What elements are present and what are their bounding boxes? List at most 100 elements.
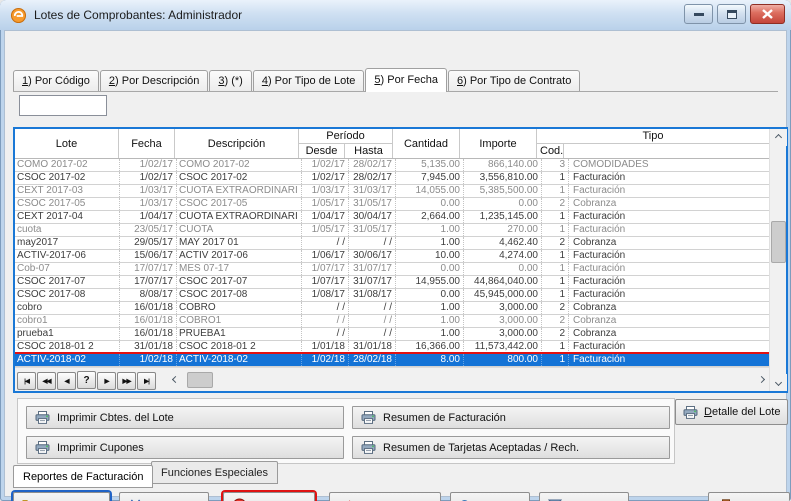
cell-cod: 2 <box>542 315 569 327</box>
grid-row[interactable]: COMO 2017-021/02/17COMO 2017-021/02/1728… <box>15 159 769 172</box>
first-record-button[interactable]: |◀ <box>17 372 36 390</box>
restore-button[interactable] <box>717 4 746 24</box>
cell-hasta: 28/02/18 <box>349 354 396 366</box>
grid-row[interactable]: prueba116/01/18PRUEBA1/ // /1.003,000.00… <box>15 328 769 341</box>
imprimir-cbtes-del-lote-button[interactable]: Imprimir Cbtes. del Lote <box>26 406 344 429</box>
cell-tipo: Facturación <box>569 354 769 366</box>
hscroll-track[interactable] <box>183 371 753 389</box>
close-button[interactable] <box>750 4 785 24</box>
cell-desde: 1/02/17 <box>302 172 349 184</box>
cell-desde: 1/01/18 <box>302 341 349 353</box>
tab-reportes-de-facturación[interactable]: Reportes de Facturación <box>13 465 153 488</box>
titlebar[interactable]: Lotes de Comprobantes: Administrador <box>0 0 791 30</box>
minimize-button[interactable] <box>684 4 713 24</box>
fast-prev-record-button[interactable]: ◀◀ <box>37 372 56 390</box>
tab-6-por-tipo-de-contrato[interactable]: 6) Por Tipo de Contrato <box>448 70 580 91</box>
cell-lote: cobro <box>15 302 120 314</box>
cell-cod: 1 <box>542 354 569 366</box>
grid-row[interactable]: cobro16/01/18COBRO/ // /1.003,000.002Cob… <box>15 302 769 315</box>
salir-button[interactable]: Salir <box>708 492 790 501</box>
col-header-desde[interactable]: Desde <box>299 144 345 158</box>
grid-row[interactable]: CSOC 2017-0717/07/17CSOC 2017-071/07/173… <box>15 276 769 289</box>
resumen-de-facturación-button[interactable]: Resumen de Facturación <box>352 406 670 429</box>
grid-row[interactable]: may201729/05/17MAY 2017 01/ // /1.004,46… <box>15 237 769 250</box>
col-header-cod[interactable]: Cod. <box>537 144 564 158</box>
borrar-button[interactable]: Borrar <box>119 492 209 501</box>
anular-button[interactable]: Anular <box>223 492 315 501</box>
restore-icon <box>727 10 737 19</box>
col-header-importe[interactable]: Importe <box>460 129 537 158</box>
tab-2-por-descripción[interactable]: 2) Por Descripción <box>100 70 208 91</box>
tab-4-por-tipo-de-lote[interactable]: 4) Por Tipo de Lote <box>253 70 365 91</box>
vscroll-thumb[interactable] <box>771 221 786 263</box>
col-header-hasta[interactable]: Hasta <box>345 144 392 158</box>
detalle-del-lote-button[interactable]: Detalle del Lote <box>675 399 788 425</box>
vscroll-up-button[interactable] <box>770 129 787 146</box>
cell-desde: / / <box>302 237 349 249</box>
tab-funciones-especiales[interactable]: Funciones Especiales <box>151 461 278 484</box>
grid-row[interactable]: cuota23/05/17CUOTA1/05/1731/05/171.00270… <box>15 224 769 237</box>
next-record-button[interactable]: ▶ <box>97 372 116 390</box>
grid-row[interactable]: CSOC 2017-088/08/17CSOC 2017-081/08/1731… <box>15 289 769 302</box>
chevron-down-icon <box>775 379 782 386</box>
vscroll-down-button[interactable] <box>770 374 787 391</box>
hscroll-thumb[interactable] <box>187 372 213 388</box>
grid-row[interactable]: CSOC 2017-021/02/17CSOC 2017-021/02/1728… <box>15 172 769 185</box>
imprimir-cupones-button[interactable]: Imprimir Cupones <box>26 436 344 459</box>
hscroll-right-button[interactable] <box>753 371 769 389</box>
resumen-de-tarjetas-aceptadas-rech-button[interactable]: Resumen de Tarjetas Aceptadas / Rech. <box>352 436 670 459</box>
cell-cod: 1 <box>542 341 569 353</box>
filtros-button[interactable]: Filtros <box>539 492 629 501</box>
button-label: Resumen de Tarjetas Aceptadas / Rech. <box>383 442 579 454</box>
cell-fecha: 29/05/17 <box>120 237 177 249</box>
tab-1-por-código[interactable]: 1) Por Código <box>13 70 99 91</box>
cell-cantidad: 1.00 <box>396 315 464 327</box>
help-record-button[interactable]: ? <box>77 371 96 389</box>
tab-3[interactable]: 3) (*) <box>209 70 251 91</box>
col-header-periodo[interactable]: Período Desde Hasta <box>299 129 393 158</box>
cell-importe: 0.00 <box>464 198 542 210</box>
selected-grid-row[interactable]: ACTIV-2018-021/02/18ACTIV-2018-021/02/18… <box>15 354 769 367</box>
cell-tipo: Cobranza <box>569 328 769 340</box>
col-header-lote[interactable]: Lote <box>15 129 119 158</box>
last-record-button[interactable]: ▶| <box>137 372 156 390</box>
grid-row[interactable]: cobro116/01/18COBRO1/ // /1.003,000.002C… <box>15 315 769 328</box>
cell-lote: CEXT 2017-03 <box>15 185 120 197</box>
grid-row[interactable]: ACTIV-2017-0615/06/17ACTIV 2017-061/06/1… <box>15 250 769 263</box>
col-header-tipo[interactable]: Tipo Cod. <box>537 129 769 158</box>
report-buttons-panel: Imprimir Cbtes. del Lote Resumen de Factu… <box>17 398 675 464</box>
cell-lote: may2017 <box>15 237 120 249</box>
cell-hasta: 28/02/17 <box>349 172 396 184</box>
search-input[interactable] <box>19 95 107 116</box>
cambiar-button[interactable]: Cambiar <box>13 492 110 501</box>
grid-row[interactable]: CSOC 2018-01 231/01/18CSOC 2018-01 21/01… <box>15 341 769 354</box>
hscroll-left-button[interactable] <box>167 371 183 389</box>
col-header-periodo-label: Período <box>299 129 392 144</box>
cell-hasta: / / <box>349 328 396 340</box>
ver-button[interactable]: Ver <box>450 492 530 501</box>
grid-row[interactable]: CSOC 2017-051/03/17CSOC 2017-051/05/1731… <box>15 198 769 211</box>
cell-fecha: 1/02/17 <box>120 172 177 184</box>
col-header-fecha[interactable]: Fecha <box>119 129 175 158</box>
cell-cod: 1 <box>542 185 569 197</box>
horizontal-scrollbar[interactable] <box>167 371 769 389</box>
marcar-socios-button[interactable]: Marcar Socios <box>329 492 441 501</box>
cell-descripcion: CUOTA EXTRAORDINARI <box>177 211 302 223</box>
cell-tipo: Facturación <box>569 224 769 236</box>
grid-row[interactable]: CEXT 2017-041/04/17CUOTA EXTRAORDINARI1/… <box>15 211 769 224</box>
cell-cod: 1 <box>542 172 569 184</box>
cell-lote: cuota <box>15 224 120 236</box>
cell-descripcion: CSOC 2017-07 <box>177 276 302 288</box>
grid-row[interactable]: CEXT 2017-031/03/17CUOTA EXTRAORDINARI1/… <box>15 185 769 198</box>
vertical-scrollbar[interactable] <box>769 129 786 391</box>
cell-descripcion: CUOTA EXTRAORDINARI <box>177 185 302 197</box>
col-header-descripcion[interactable]: Descripción <box>175 129 299 158</box>
col-header-cantidad[interactable]: Cantidad <box>393 129 460 158</box>
prev-record-button[interactable]: ◀ <box>57 372 76 390</box>
cell-cantidad: 0.00 <box>396 263 464 275</box>
fast-next-record-button[interactable]: ▶▶ <box>117 372 136 390</box>
grid-row[interactable]: Cob-0717/07/17MES 07-171/07/1731/07/170.… <box>15 263 769 276</box>
tab-5-por-fecha[interactable]: 5) Por Fecha <box>365 68 447 92</box>
cell-importe: 800.00 <box>464 354 542 366</box>
cell-hasta: 31/07/17 <box>349 276 396 288</box>
